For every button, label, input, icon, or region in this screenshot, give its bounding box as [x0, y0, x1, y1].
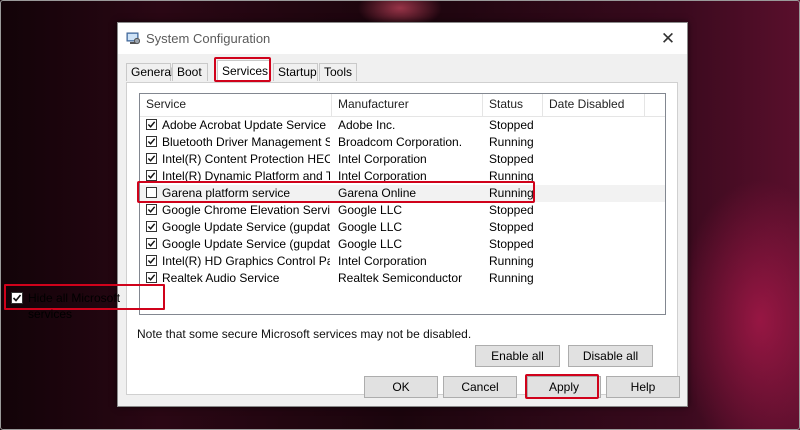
service-row[interactable]: Bluetooth Driver Management S... Broadcom…: [140, 134, 665, 151]
tab-services[interactable]: Services: [217, 60, 270, 82]
service-name: Google Chrome Elevation Servic...: [162, 203, 330, 217]
service-checkbox[interactable]: [146, 221, 157, 232]
service-manufacturer: Google LLC: [338, 203, 403, 217]
checkmark-icon: [147, 138, 156, 145]
column-header-status[interactable]: Status: [483, 94, 543, 116]
system-configuration-window: System Configuration ✕ General Boot Serv…: [117, 22, 688, 407]
checkmark-icon: [147, 206, 156, 213]
service-manufacturer: Intel Corporation: [338, 152, 427, 166]
hide-microsoft-services-checkbox-box[interactable]: [11, 292, 23, 304]
service-checkbox[interactable]: [146, 136, 157, 147]
hide-microsoft-services-checkbox[interactable]: Hide all Microsoft services: [4, 284, 165, 321]
service-name: Intel(R) HD Graphics Control Pa...: [162, 254, 330, 268]
service-checkbox[interactable]: [146, 204, 157, 215]
service-status: Running: [489, 271, 534, 285]
service-status: Stopped: [489, 152, 534, 166]
service-status: Stopped: [489, 237, 534, 251]
checkmark-icon: [147, 172, 156, 179]
service-name: Google Update Service (gupdatem): [162, 237, 330, 251]
column-header-manufacturer[interactable]: Manufacturer: [332, 94, 483, 116]
services-list[interactable]: Service Manufacturer Status Date Disable…: [139, 93, 666, 315]
service-status: Stopped: [489, 118, 534, 132]
service-checkbox[interactable]: [146, 187, 157, 198]
msconfig-icon: [126, 31, 141, 45]
service-checkbox[interactable]: [146, 119, 157, 130]
tab-tools[interactable]: Tools: [319, 63, 357, 81]
help-button[interactable]: Help: [606, 376, 680, 398]
service-manufacturer: Adobe Inc.: [338, 118, 396, 132]
service-manufacturer: Broadcom Corporation.: [338, 135, 463, 149]
service-manufacturer: Realtek Semiconductor: [338, 271, 463, 285]
service-name: Bluetooth Driver Management S...: [162, 135, 330, 149]
service-row[interactable]: Realtek Audio Service Realtek Semiconduct…: [140, 270, 665, 287]
tab-startup[interactable]: Startup: [273, 63, 318, 81]
service-row[interactable]: Intel(R) Dynamic Platform and T... Intel …: [140, 168, 665, 185]
service-manufacturer: Google LLC: [338, 237, 403, 251]
services-panel: Service Manufacturer Status Date Disable…: [126, 82, 678, 395]
service-checkbox[interactable]: [146, 238, 157, 249]
tab-general[interactable]: General: [126, 63, 174, 81]
service-name: Intel(R) Content Protection HEC...: [162, 152, 330, 166]
service-manufacturer: Garena Online: [338, 186, 417, 200]
service-status: Running: [489, 135, 534, 149]
service-name: Realtek Audio Service: [162, 271, 280, 285]
column-header-service[interactable]: Service: [140, 94, 332, 116]
service-name: Google Update Service (gupdate): [162, 220, 330, 234]
service-row[interactable]: Google Chrome Elevation Servic... Google …: [140, 202, 665, 219]
service-row[interactable]: Intel(R) Content Protection HEC... Intel …: [140, 151, 665, 168]
apply-button[interactable]: Apply: [527, 376, 601, 398]
service-name: Garena platform service: [162, 186, 291, 200]
service-manufacturer: Intel Corporation: [338, 254, 427, 268]
service-status: Running: [489, 169, 534, 183]
checkmark-icon: [147, 155, 156, 162]
service-status: Running: [489, 186, 534, 200]
checkmark-icon: [147, 121, 156, 128]
enable-all-button[interactable]: Enable all: [475, 345, 560, 367]
title-bar: System Configuration ✕: [118, 23, 687, 54]
list-header: Service Manufacturer Status Date Disable…: [140, 94, 665, 117]
checkmark-icon: [147, 223, 156, 230]
service-manufacturer: Google LLC: [338, 220, 403, 234]
window-title: System Configuration: [146, 31, 271, 46]
service-manufacturer: Intel Corporation: [338, 169, 427, 183]
checkmark-icon: [12, 294, 22, 302]
service-checkbox[interactable]: [146, 153, 157, 164]
service-name: Adobe Acrobat Update Service: [162, 118, 327, 132]
service-status: Running: [489, 254, 534, 268]
disable-all-button[interactable]: Disable all: [568, 345, 653, 367]
service-checkbox[interactable]: [146, 170, 157, 181]
service-name: Intel(R) Dynamic Platform and T...: [162, 169, 330, 183]
service-row[interactable]: Google Update Service (gupdate) Google LL…: [140, 219, 665, 236]
service-status: Stopped: [489, 220, 534, 234]
hide-microsoft-services-label: Hide all Microsoft services: [28, 291, 121, 321]
checkmark-icon: [147, 240, 156, 247]
service-row[interactable]: Garena platform service Garena Online Runn…: [140, 185, 665, 202]
secure-services-note: Note that some secure Microsoft services…: [137, 327, 472, 341]
service-row[interactable]: Intel(R) HD Graphics Control Pa... Intel …: [140, 253, 665, 270]
ok-button[interactable]: OK: [364, 376, 438, 398]
service-row[interactable]: Google Update Service (gupdatem) Google L…: [140, 236, 665, 253]
column-header-date-disabled[interactable]: Date Disabled: [543, 94, 645, 116]
service-row[interactable]: Adobe Acrobat Update Service Adobe Inc. St…: [140, 117, 665, 134]
service-checkbox[interactable]: [146, 272, 157, 283]
checkmark-icon: [147, 257, 156, 264]
service-checkbox[interactable]: [146, 255, 157, 266]
cancel-button[interactable]: Cancel: [443, 376, 517, 398]
close-icon[interactable]: ✕: [649, 23, 687, 54]
checkmark-icon: [147, 274, 156, 281]
service-status: Stopped: [489, 203, 534, 217]
tab-boot[interactable]: Boot: [172, 63, 208, 81]
